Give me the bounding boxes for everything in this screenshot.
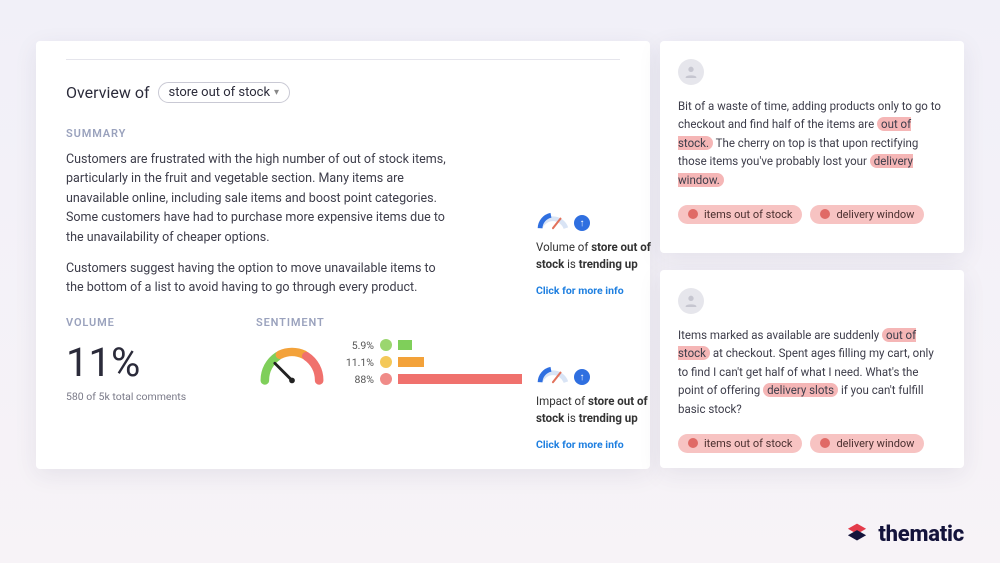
volume-heading: VOLUME xyxy=(66,316,256,329)
tag[interactable]: delivery window xyxy=(810,434,924,453)
sentiment-row-neutral: 11.1% xyxy=(340,356,522,369)
volume-trend-block: ↑ Volume of store out of stock is trendi… xyxy=(536,209,676,297)
overview-card: Overview of store out of stock ▾ SUMMARY… xyxy=(36,41,650,469)
summary-paragraph-1: Customers are frustrated with the high n… xyxy=(66,150,456,247)
sentiment-row-negative: 88% xyxy=(340,373,522,386)
neutral-face-icon xyxy=(380,356,392,368)
sentiment-negative-value: 88% xyxy=(340,373,374,386)
frown-icon xyxy=(688,438,698,448)
impact-trend-link[interactable]: Click for more info xyxy=(536,438,676,451)
trend-up-badge-icon: ↑ xyxy=(574,215,590,231)
chevron-down-icon: ▾ xyxy=(274,87,279,98)
comment-text: Items marked as available are suddenly o… xyxy=(678,326,946,418)
sentiment-positive-value: 5.9% xyxy=(340,339,374,352)
frown-icon xyxy=(688,209,698,219)
brand-name: thematic xyxy=(878,522,964,547)
volume-trend-text: Volume of store out of stock is trending… xyxy=(536,239,676,272)
brand-logo: thematic xyxy=(844,521,964,547)
impact-trend-gauge-icon: ↑ xyxy=(536,363,676,385)
comment-card: Bit of a waste of time, adding products … xyxy=(660,41,964,253)
volume-trend-link[interactable]: Click for more info xyxy=(536,284,676,297)
frown-icon xyxy=(380,373,392,385)
sentiment-heading: SENTIMENT xyxy=(256,316,620,329)
tag[interactable]: items out of stock xyxy=(678,205,802,224)
frown-icon xyxy=(820,438,830,448)
divider xyxy=(66,59,620,60)
tag-row: items out of stock delivery window xyxy=(678,205,946,224)
highlight: delivery slots xyxy=(763,383,838,397)
sentiment-negative-bar xyxy=(398,374,522,384)
tag-row: items out of stock delivery window xyxy=(678,434,946,453)
sentiment-neutral-bar xyxy=(398,357,424,367)
summary-heading: SUMMARY xyxy=(66,127,620,140)
volume-percent: 11% xyxy=(66,339,256,386)
sentiment-row-positive: 5.9% xyxy=(340,339,522,352)
trend-up-badge-icon: ↑ xyxy=(574,369,590,385)
topic-selector[interactable]: store out of stock ▾ xyxy=(158,82,291,103)
avatar-icon xyxy=(678,59,704,85)
sentiment-bars: 5.9% 11.1% 88% xyxy=(340,339,522,386)
impact-trend-text: Impact of store out of stock is trending… xyxy=(536,393,676,426)
summary-paragraph-2: Customers suggest having the option to m… xyxy=(66,259,456,298)
comment-text: Bit of a waste of time, adding products … xyxy=(678,97,946,189)
sentiment-neutral-value: 11.1% xyxy=(340,356,374,369)
volume-trend-gauge-icon: ↑ xyxy=(536,209,676,231)
impact-trend-block: ↑ Impact of store out of stock is trendi… xyxy=(536,363,676,451)
tag[interactable]: delivery window xyxy=(810,205,924,224)
frown-icon xyxy=(820,209,830,219)
thematic-logo-icon xyxy=(844,521,870,547)
sentiment-positive-bar xyxy=(398,340,412,350)
volume-block: VOLUME 11% 580 of 5k total comments xyxy=(66,316,256,403)
smile-icon xyxy=(380,339,392,351)
sentiment-gauge-icon xyxy=(256,339,328,389)
overview-header: Overview of store out of stock ▾ xyxy=(66,82,620,103)
comment-card: Items marked as available are suddenly o… xyxy=(660,270,964,468)
overview-label: Overview of xyxy=(66,83,150,102)
avatar-icon xyxy=(678,288,704,314)
tag[interactable]: items out of stock xyxy=(678,434,802,453)
volume-subline: 580 of 5k total comments xyxy=(66,390,256,403)
topic-selector-text: store out of stock xyxy=(169,85,271,100)
